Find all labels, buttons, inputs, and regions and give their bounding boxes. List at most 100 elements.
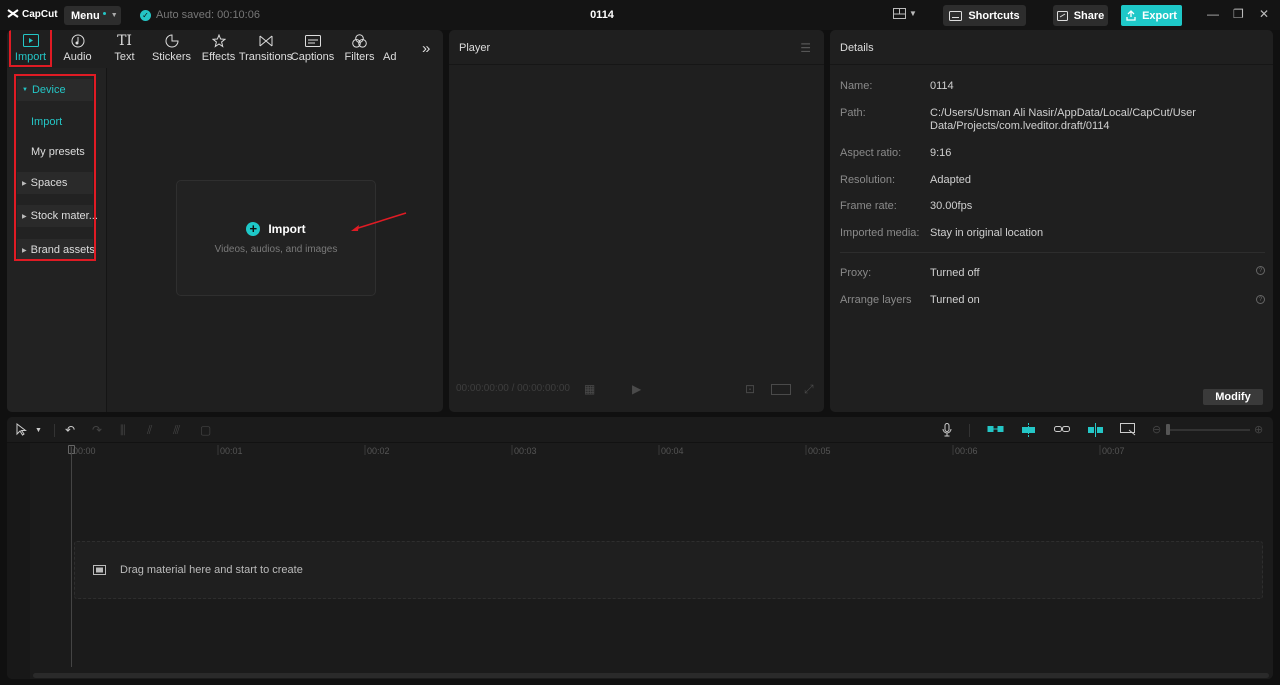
chevron-down-icon: ▼ (909, 9, 917, 18)
details-divider (840, 252, 1265, 253)
detail-label-resolution: Resolution: (840, 174, 896, 186)
tab-captions[interactable]: Captions (289, 30, 336, 65)
share-button[interactable]: Share (1053, 5, 1108, 26)
detail-label-arrange-layers: Arrange layers (840, 294, 912, 306)
tab-filters-label: Filters (344, 51, 375, 63)
restore-icon[interactable]: ❐ (1233, 7, 1244, 21)
details-title: Details (840, 42, 874, 54)
detail-value-name: 0114 (930, 80, 954, 92)
tab-adjustment[interactable]: Ad (383, 30, 407, 65)
menu-button[interactable]: Menu ▼ (64, 6, 121, 25)
tool-tabs: Import Audio TI Text Stickers Effects Tr… (7, 30, 443, 65)
preview-axis-icon[interactable] (1087, 423, 1104, 440)
snap-shape (1022, 423, 1035, 437)
film-icon (93, 565, 106, 575)
chevron-down-icon: ▼ (110, 12, 118, 19)
filters-icon (352, 33, 367, 48)
undo-icon[interactable]: ↶ (65, 423, 75, 437)
detail-value-arrange-layers: Turned on (930, 294, 980, 306)
tab-filters[interactable]: Filters (336, 30, 383, 65)
text-icon: TI (117, 32, 132, 49)
auto-snap-icon[interactable] (1020, 423, 1037, 440)
select-cursor-icon[interactable] (16, 422, 27, 439)
media-panel: Import Audio TI Text Stickers Effects Tr… (7, 30, 443, 412)
tab-text-label: Text (114, 51, 135, 63)
timeline-track-header (7, 443, 30, 679)
timeline-drop-zone[interactable]: Drag material here and start to create (74, 541, 1263, 599)
detail-value-frame-rate: 30.00fps (930, 200, 973, 212)
detail-value-aspect-ratio: 9:16 (930, 147, 952, 159)
split-icon[interactable]: ⫼ (120, 423, 126, 438)
aspect-ratio-icon[interactable] (771, 384, 791, 398)
zoom-slider-handle[interactable] (1166, 424, 1170, 435)
cursor-arrow-shape (16, 422, 27, 436)
keyboard-icon (949, 10, 963, 21)
export-label: Export (1142, 9, 1177, 22)
share-icon (1056, 10, 1068, 21)
main-track-magnet-icon[interactable] (987, 423, 1004, 437)
tab-stickers[interactable]: Stickers (148, 30, 195, 65)
layout-button[interactable]: ▼ (893, 8, 917, 19)
details-panel: Details Name: 0114 Path: C:/Users/Usman … (830, 30, 1273, 412)
detail-value-resolution: Adapted (930, 174, 971, 186)
zoom-in-icon[interactable]: ⊕ (1254, 423, 1263, 436)
share-label: Share (1073, 9, 1105, 22)
project-title[interactable]: 0114 (560, 9, 644, 21)
thumbnail-icon[interactable] (1120, 423, 1136, 439)
plus-icon: + (246, 221, 261, 236)
drop-zone-text: Drag material here and start to create (120, 564, 303, 576)
tab-text[interactable]: TI Text (101, 30, 148, 65)
more-tabs-icon[interactable]: » (422, 40, 430, 57)
redo-icon[interactable]: ↷ (92, 423, 102, 437)
tab-audio[interactable]: Audio (54, 30, 101, 65)
preview-axis-shape (1088, 423, 1103, 437)
zoom-out-icon[interactable]: ⊖ (1152, 423, 1161, 436)
import-button[interactable]: + Import (246, 221, 306, 236)
title-bar: CapCut Menu ▼ ✓ Auto saved: 00:10:06 011… (0, 0, 1280, 30)
timeline-panel: ▼ ↶ ↷ ⫼ ⫽ ⫻ ▢ ⊖ ⊕ 00:00 00:01 00:02 00:0… (7, 417, 1273, 679)
detail-label-proxy: Proxy: (840, 267, 872, 279)
menu-icon[interactable]: ☰ (800, 41, 811, 55)
autosave-status: ✓ Auto saved: 00:10:06 (140, 9, 260, 21)
playhead[interactable] (71, 447, 72, 667)
play-icon[interactable]: ▶ (632, 382, 641, 396)
timeline-ruler[interactable]: 00:00 00:01 00:02 00:03 00:04 00:05 00:0… (69, 443, 1273, 459)
zoom-slider-track[interactable] (1170, 429, 1250, 431)
close-icon[interactable]: ✕ (1259, 7, 1269, 21)
info-icon[interactable]: ? (1256, 295, 1265, 304)
tab-effects-label: Effects (201, 51, 236, 63)
shortcuts-button[interactable]: Shortcuts (943, 5, 1026, 26)
transitions-icon (259, 35, 272, 46)
tab-transitions[interactable]: Transitions (238, 30, 293, 65)
detail-value-path: C:/Users/Usman Ali Nasir/AppData/Local/C… (930, 107, 1196, 132)
tab-transitions-label: Transitions (238, 51, 293, 63)
fullscreen-icon[interactable]: ⤢ (804, 382, 814, 397)
modify-button[interactable]: Modify (1203, 389, 1263, 405)
import-label: Import (268, 221, 306, 236)
crop-icon[interactable]: ⊡ (745, 382, 755, 396)
app-name: CapCut (22, 8, 58, 20)
timeline-toolbar: ▼ ↶ ↷ ⫼ ⫽ ⫻ ▢ ⊖ ⊕ (7, 417, 1273, 443)
minimize-icon[interactable]: — (1207, 7, 1219, 21)
autosave-text: Auto saved: 00:10:06 (156, 9, 260, 21)
ruler-tick-label: 00:03 (514, 446, 537, 456)
info-icon[interactable]: ? (1256, 266, 1265, 275)
audio-icon (71, 34, 84, 47)
split-right-icon[interactable]: ⫻ (173, 423, 180, 438)
split-left-icon[interactable]: ⫽ (147, 423, 152, 438)
grid-icon[interactable]: ▦ (584, 382, 595, 396)
timeline-scrollbar[interactable] (33, 673, 1269, 678)
effects-icon (211, 33, 226, 48)
annotation-arrow-icon (351, 212, 407, 231)
shortcuts-label: Shortcuts (968, 9, 1020, 22)
detail-label-path: Path: (840, 107, 866, 119)
magnet-shape (987, 426, 1004, 432)
microphone-icon[interactable] (942, 423, 952, 440)
import-dropzone[interactable]: + Import Videos, audios, and images (176, 180, 376, 296)
link-icon[interactable] (1054, 423, 1070, 437)
export-button[interactable]: Export (1121, 5, 1182, 26)
delete-icon[interactable]: ▢ (200, 423, 211, 437)
player-panel: Player ☰ 00:00:00:00 / 00:00:00:00 ▦ ▶ ⊡… (449, 30, 824, 412)
tab-effects[interactable]: Effects (195, 30, 242, 65)
chevron-down-icon[interactable]: ▼ (35, 427, 42, 434)
